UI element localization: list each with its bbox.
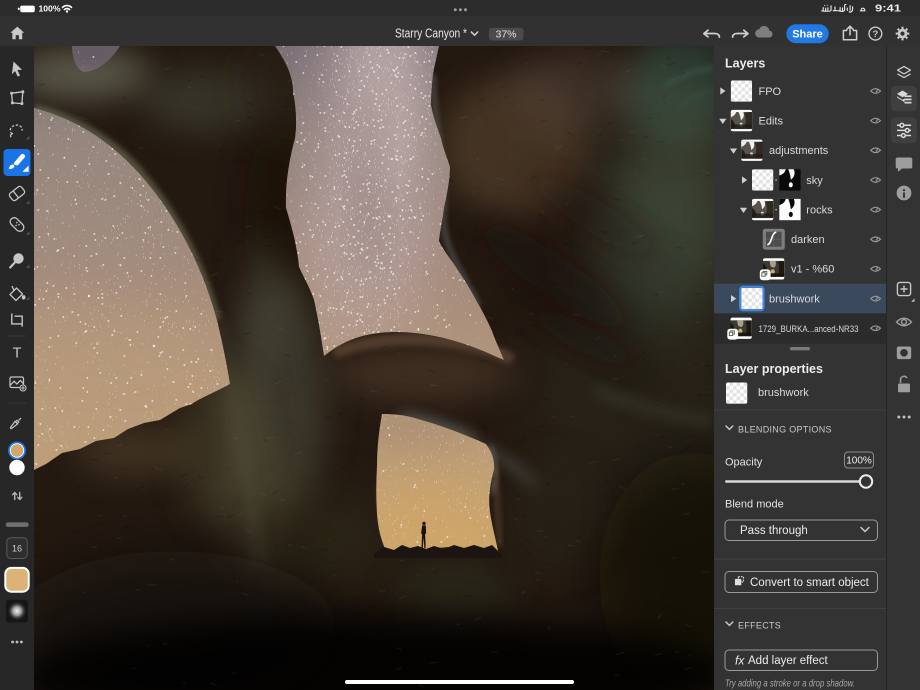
svg-text:1729_BURKA...anced-NR33: 1729_BURKA...anced-NR33 xyxy=(759,324,859,334)
svg-text:darken: darken xyxy=(791,234,825,246)
svg-text:Convert to smart object: Convert to smart object xyxy=(750,577,870,589)
svg-text:Blend mode: Blend mode xyxy=(725,499,784,511)
svg-text:9:41: 9:41 xyxy=(875,4,902,15)
svg-text:rocks: rocks xyxy=(806,204,833,216)
svg-text:Layer properties: Layer properties xyxy=(725,362,823,376)
svg-text:Opacity: Opacity xyxy=(725,457,763,469)
svg-text:?: ? xyxy=(872,29,878,40)
svg-text:brushwork: brushwork xyxy=(769,293,820,305)
svg-text:adjustments: adjustments xyxy=(769,145,829,157)
svg-text:fx: fx xyxy=(735,654,745,668)
svg-text:Layers: Layers xyxy=(725,57,765,71)
svg-text:BLENDING OPTIONS: BLENDING OPTIONS xyxy=(738,425,832,435)
svg-text:37%: 37% xyxy=(495,28,516,40)
svg-text:Try adding a stroke or a drop: Try adding a stroke or a drop shadow. xyxy=(725,679,855,690)
svg-text:Starry Canyon *: Starry Canyon * xyxy=(395,27,467,41)
svg-text:sky: sky xyxy=(806,175,823,187)
svg-text:16: 16 xyxy=(12,544,22,554)
svg-text:Pass through: Pass through xyxy=(740,525,808,537)
svg-text:100%: 100% xyxy=(846,456,872,467)
svg-text:T: T xyxy=(13,346,22,362)
svg-text:FPO: FPO xyxy=(759,86,782,98)
svg-text:Share: Share xyxy=(792,28,823,40)
svg-text:v1 - %60: v1 - %60 xyxy=(791,264,834,276)
svg-text:EFFECTS: EFFECTS xyxy=(738,621,781,631)
svg-text:100%: 100% xyxy=(39,4,61,14)
svg-text:Add layer effect: Add layer effect xyxy=(748,655,829,667)
svg-text:Edits: Edits xyxy=(759,115,784,127)
svg-text:brushwork: brushwork xyxy=(758,387,809,399)
